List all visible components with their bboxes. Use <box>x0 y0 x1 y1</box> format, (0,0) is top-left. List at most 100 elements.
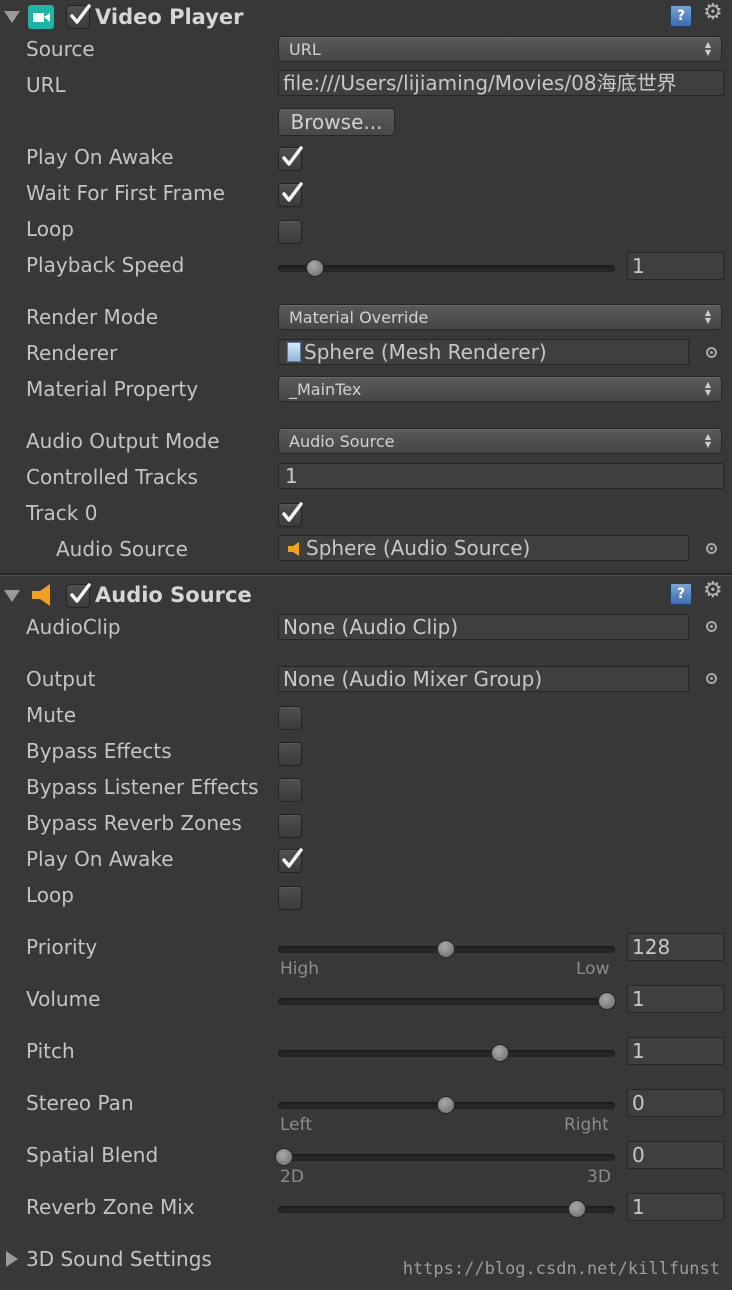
track-audio-source-value: Sphere (Audio Source) <box>306 536 531 560</box>
gear-icon[interactable]: ⚙ <box>703 580 723 602</box>
playback-speed-slider-thumb[interactable] <box>306 259 324 277</box>
pitch-slider-thumb[interactable] <box>491 1044 509 1062</box>
stereo-pan-slider-thumb[interactable] <box>437 1096 455 1114</box>
video-player-icon <box>28 5 54 29</box>
volume-slider-thumb[interactable] <box>598 992 616 1010</box>
object-picker-icon[interactable] <box>706 347 717 358</box>
render-mode-dropdown[interactable]: Material Override ▲ ▼ <box>278 304 722 330</box>
reverb-zone-mix-slider-track[interactable] <box>278 1206 615 1213</box>
output-object-field[interactable]: None (Audio Mixer Group) <box>278 666 689 692</box>
play-on-awake-label: Play On Awake <box>26 145 174 169</box>
spatial-blend-max-label: 3D <box>587 1167 611 1187</box>
spatial-blend-label: Spatial Blend <box>26 1143 159 1167</box>
speaker-icon <box>287 538 303 560</box>
audio-output-mode-label: Audio Output Mode <box>26 429 220 453</box>
bypass-reverb-zones-checkbox[interactable] <box>278 814 302 838</box>
foldout-arrow-collapsed[interactable] <box>6 1251 18 1267</box>
audio-output-mode-dropdown[interactable]: Audio Source ▲ ▼ <box>278 428 722 454</box>
output-label: Output <box>26 667 96 691</box>
url-label: URL <box>26 73 66 97</box>
renderer-object-field[interactable]: Sphere (Mesh Renderer) <box>278 339 689 365</box>
controlled-tracks-input[interactable]: 1 <box>278 463 724 489</box>
audio-output-mode-value: Audio Source <box>289 432 395 451</box>
wait-first-frame-label: Wait For First Frame <box>26 181 225 205</box>
renderer-label: Renderer <box>26 341 118 365</box>
foldout-arrow-expanded[interactable] <box>4 11 20 23</box>
spatial-blend-slider-track[interactable] <box>278 1154 615 1161</box>
bypass-effects-checkbox[interactable] <box>278 742 302 766</box>
reverb-zone-mix-label: Reverb Zone Mix <box>26 1195 195 1219</box>
stereo-pan-input[interactable]: 0 <box>627 1089 724 1117</box>
component-divider <box>0 573 732 576</box>
audio-source-icon <box>30 582 56 612</box>
material-property-value: _MainTex <box>289 380 362 399</box>
browse-button[interactable]: Browse... <box>278 108 395 136</box>
mute-label: Mute <box>26 703 77 727</box>
dropdown-arrows-icon: ▲ ▼ <box>704 308 711 325</box>
bypass-effects-label: Bypass Effects <box>26 739 172 763</box>
wait-first-frame-checkbox[interactable] <box>278 182 303 207</box>
audio-source-enabled-checkbox[interactable] <box>66 583 91 608</box>
playback-speed-slider-track[interactable] <box>278 265 615 272</box>
renderer-value: Sphere (Mesh Renderer) <box>304 340 547 364</box>
material-property-dropdown[interactable]: _MainTex ▲ ▼ <box>278 376 722 402</box>
render-mode-value: Material Override <box>289 308 429 327</box>
play-on-awake-checkbox[interactable] <box>278 146 303 171</box>
spatial-blend-input[interactable]: 0 <box>627 1141 724 1169</box>
track0-checkbox[interactable] <box>278 502 303 527</box>
playback-speed-label: Playback Speed <box>26 253 185 277</box>
loop-label: Loop <box>26 217 74 241</box>
pitch-input[interactable]: 1 <box>627 1037 724 1065</box>
audio-play-on-awake-label: Play On Awake <box>26 847 174 871</box>
audio-play-on-awake-checkbox[interactable] <box>278 848 303 873</box>
render-mode-label: Render Mode <box>26 305 159 329</box>
track-audio-source-label: Audio Source <box>56 537 188 561</box>
bypass-listener-effects-checkbox[interactable] <box>278 778 302 802</box>
mesh-renderer-icon <box>287 342 301 362</box>
pitch-label: Pitch <box>26 1039 75 1063</box>
playback-speed-input[interactable]: 1 <box>627 252 724 280</box>
object-picker-icon[interactable] <box>706 621 717 632</box>
priority-label: Priority <box>26 935 98 959</box>
video-player-title: Video Player <box>95 5 244 29</box>
bypass-reverb-zones-label: Bypass Reverb Zones <box>26 811 242 835</box>
object-picker-icon[interactable] <box>706 673 717 684</box>
dropdown-arrows-icon: ▲ ▼ <box>704 40 711 57</box>
track-audio-source-object-field[interactable]: Sphere (Audio Source) <box>278 535 689 561</box>
material-property-label: Material Property <box>26 377 199 401</box>
mute-checkbox[interactable] <box>278 706 302 730</box>
priority-slider-thumb[interactable] <box>437 940 455 958</box>
stereo-pan-label: Stereo Pan <box>26 1091 134 1115</box>
volume-slider-track[interactable] <box>278 998 615 1005</box>
pitch-slider-track[interactable] <box>278 1050 615 1057</box>
spatial-blend-slider-thumb[interactable] <box>275 1148 293 1166</box>
audio-loop-checkbox[interactable] <box>278 886 302 910</box>
loop-checkbox[interactable] <box>278 220 302 244</box>
help-icon[interactable]: ? <box>670 5 692 27</box>
url-input[interactable]: file:///Users/lijiaming/Movies/08海底世界 <box>278 70 724 96</box>
volume-label: Volume <box>26 987 101 1011</box>
priority-max-label: Low <box>576 959 610 979</box>
video-player-enabled-checkbox[interactable] <box>66 4 91 29</box>
bypass-listener-effects-label: Bypass Listener Effects <box>26 775 259 799</box>
3d-sound-settings-foldout[interactable]: 3D Sound Settings <box>26 1245 212 1273</box>
source-dropdown[interactable]: URL ▲ ▼ <box>278 36 722 62</box>
audio-source-title: Audio Source <box>95 583 252 607</box>
priority-input[interactable]: 128 <box>627 933 724 961</box>
dropdown-arrows-icon: ▲ ▼ <box>704 380 711 397</box>
reverb-zone-mix-slider-thumb[interactable] <box>568 1200 586 1218</box>
reverb-zone-mix-input[interactable]: 1 <box>627 1193 724 1221</box>
stereo-pan-max-label: Right <box>564 1115 609 1135</box>
gear-icon[interactable]: ⚙ <box>703 2 723 24</box>
track0-label: Track 0 <box>26 501 98 525</box>
watermark: https://blog.csdn.net/killfunst <box>402 1259 720 1279</box>
volume-input[interactable]: 1 <box>627 985 724 1013</box>
priority-min-label: High <box>280 959 320 979</box>
source-label: Source <box>26 37 95 61</box>
audioclip-object-field[interactable]: None (Audio Clip) <box>278 614 689 640</box>
dropdown-arrows-icon: ▲ ▼ <box>704 432 711 449</box>
object-picker-icon[interactable] <box>706 543 717 554</box>
spatial-blend-min-label: 2D <box>280 1167 304 1187</box>
help-icon[interactable]: ? <box>670 583 692 605</box>
foldout-arrow-expanded[interactable] <box>4 590 20 602</box>
